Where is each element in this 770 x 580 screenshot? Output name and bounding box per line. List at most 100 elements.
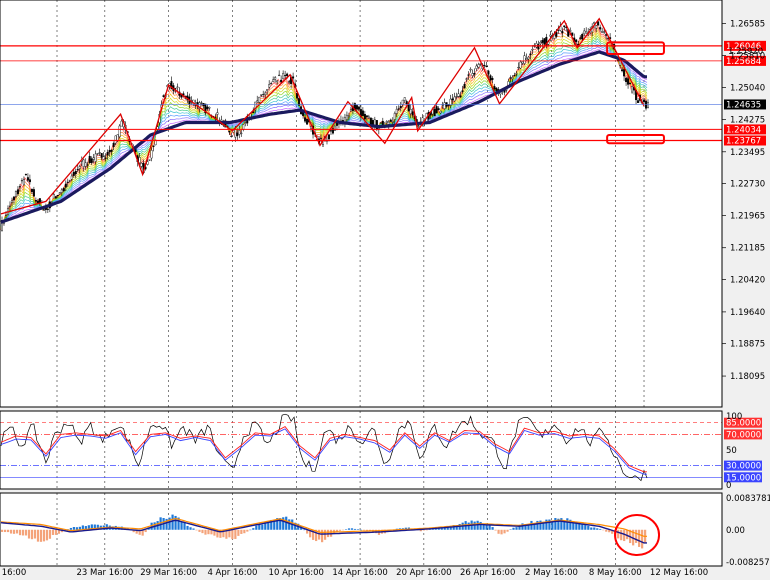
macd-histogram-bar bbox=[249, 529, 252, 531]
candle-body bbox=[216, 112, 219, 115]
candle-body bbox=[244, 122, 247, 124]
time-axis-label: 10 Apr 16:00 bbox=[269, 568, 324, 578]
candle-body bbox=[280, 79, 283, 83]
candle-body bbox=[16, 189, 19, 195]
candle-body bbox=[102, 156, 105, 160]
price-level-label: 1.24635 bbox=[726, 100, 761, 110]
candle-body bbox=[585, 31, 588, 34]
macd-histogram-bar bbox=[635, 529, 638, 543]
candle-body bbox=[150, 150, 153, 159]
candle-body bbox=[114, 135, 117, 144]
macd-histogram-bar bbox=[72, 527, 75, 530]
price-axis-label: 1.25040 bbox=[730, 84, 765, 94]
candle-body bbox=[531, 49, 534, 51]
candle-body bbox=[56, 195, 59, 197]
candle-body bbox=[491, 77, 494, 80]
candle-body bbox=[20, 180, 23, 182]
candle-body bbox=[42, 209, 45, 211]
price-axis-label: 1.20420 bbox=[730, 276, 765, 286]
candle-body bbox=[82, 159, 85, 167]
candle-body bbox=[369, 117, 372, 125]
macd-histogram-bar bbox=[204, 529, 207, 535]
macd-histogram-bar bbox=[51, 529, 55, 535]
candle-body bbox=[455, 96, 458, 98]
candle-body bbox=[483, 65, 486, 67]
macd-histogram-bar bbox=[6, 529, 10, 533]
candle-body bbox=[24, 174, 27, 176]
candle-body bbox=[525, 58, 528, 60]
candle-body bbox=[379, 122, 382, 124]
candle-body bbox=[475, 65, 478, 69]
macd-histogram-bar bbox=[494, 529, 497, 531]
candle-body bbox=[385, 121, 388, 123]
candle-body bbox=[637, 100, 640, 103]
macd-histogram-bar bbox=[321, 529, 324, 543]
candle-body bbox=[509, 77, 512, 79]
macd-histogram-bar bbox=[240, 529, 243, 534]
candle-body bbox=[357, 106, 360, 110]
candle-body bbox=[439, 110, 442, 114]
candle-body bbox=[477, 64, 480, 68]
candle-body bbox=[106, 151, 109, 156]
macd-histogram-bar bbox=[231, 529, 234, 540]
candle-body bbox=[347, 115, 350, 118]
macd-histogram-bar bbox=[246, 529, 249, 532]
macd-axis-label: 0.0083781 bbox=[726, 494, 770, 504]
candle-body bbox=[98, 152, 101, 154]
candle-body bbox=[258, 96, 261, 103]
candle-body bbox=[623, 69, 626, 77]
candle-body bbox=[306, 119, 309, 125]
candle-body bbox=[206, 106, 209, 110]
candle-body bbox=[643, 99, 646, 103]
candle-body bbox=[266, 89, 269, 91]
macd-histogram-bar bbox=[362, 529, 366, 531]
candle-body bbox=[138, 157, 141, 164]
macd-histogram-bar bbox=[195, 529, 198, 531]
macd-histogram-bar bbox=[30, 529, 34, 540]
candle-body bbox=[601, 31, 604, 33]
candle-body bbox=[405, 101, 408, 105]
macd-histogram-bar bbox=[566, 518, 569, 530]
candle-body bbox=[393, 113, 396, 120]
candle-body bbox=[523, 55, 526, 64]
macd-histogram-bar bbox=[9, 529, 13, 534]
candle-body bbox=[397, 108, 400, 110]
macd-histogram-bar bbox=[288, 519, 291, 530]
macd-histogram-bar bbox=[303, 529, 306, 531]
candle-body bbox=[34, 200, 37, 202]
macd-histogram-bar bbox=[207, 529, 210, 535]
macd-histogram-bar bbox=[54, 529, 58, 535]
macd-histogram-bar bbox=[252, 528, 255, 530]
candle-body bbox=[447, 104, 450, 106]
macd-histogram-bar bbox=[243, 529, 246, 534]
candle-body bbox=[399, 106, 402, 109]
time-axis-label: 20 Apr 16:00 bbox=[396, 568, 451, 578]
candle-body bbox=[463, 84, 466, 89]
macd-histogram-bar bbox=[255, 525, 258, 530]
stochastic-axis-label: 100 bbox=[726, 412, 742, 422]
candle-body bbox=[599, 27, 602, 30]
candle-body bbox=[62, 188, 65, 192]
macd-axis-label: -0.0082572 bbox=[726, 558, 770, 568]
candle-body bbox=[443, 102, 446, 109]
time-axis-label: 4 Apr 16:00 bbox=[207, 568, 257, 578]
macd-histogram-bar bbox=[425, 529, 428, 531]
candle-body bbox=[84, 162, 87, 167]
candle-body bbox=[274, 77, 277, 80]
candle-body bbox=[621, 69, 624, 72]
macd-histogram-bar bbox=[338, 529, 342, 531]
candle-body bbox=[387, 121, 390, 125]
candle-body bbox=[543, 38, 546, 45]
candle-body bbox=[292, 76, 295, 79]
macd-histogram-bar bbox=[563, 521, 566, 530]
candle-body bbox=[104, 157, 107, 159]
macd-histogram-bar bbox=[261, 524, 264, 530]
macd-histogram-bar bbox=[174, 515, 177, 530]
macd-histogram-bar bbox=[27, 529, 31, 539]
candle-body bbox=[435, 106, 438, 114]
candle-body bbox=[94, 153, 97, 162]
candle-body bbox=[411, 111, 414, 116]
stochastic-level-label: 30.0000 bbox=[726, 462, 761, 472]
macd-histogram-bar bbox=[347, 528, 351, 530]
candle-body bbox=[242, 124, 245, 130]
